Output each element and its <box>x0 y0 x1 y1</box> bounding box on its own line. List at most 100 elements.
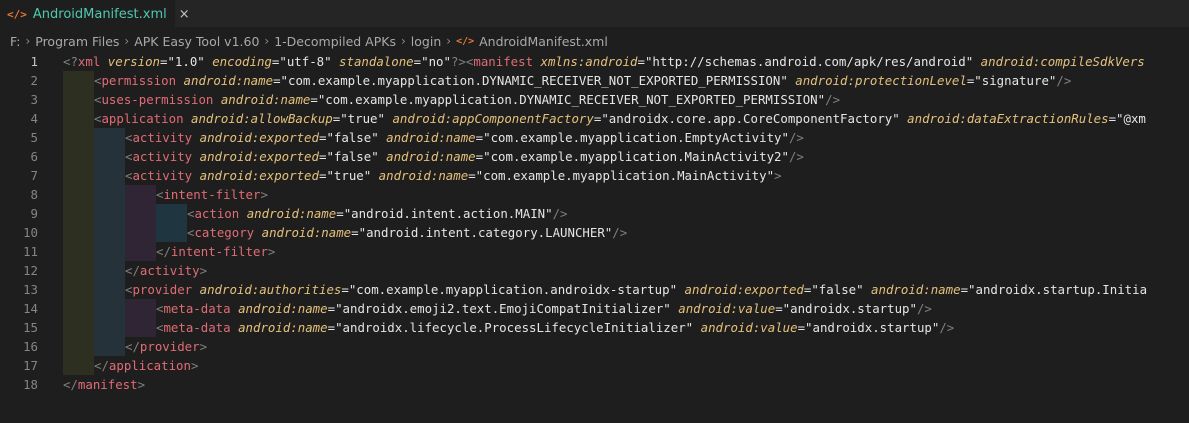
chevron-right-icon: › <box>400 34 406 48</box>
code-token: android:allowBackup <box>191 111 333 126</box>
indent-guide <box>94 166 125 185</box>
code-token: </ <box>125 339 140 354</box>
breadcrumb-item-login[interactable]: login <box>411 34 441 49</box>
indent-guide <box>63 128 94 147</box>
line-number: 14 <box>23 301 38 316</box>
code-text: <?xml version="1.0" encoding="utf-8" sta… <box>63 52 1145 71</box>
chevron-right-icon: › <box>264 34 270 48</box>
line-number: 1 <box>30 54 38 69</box>
close-icon[interactable]: × <box>179 7 190 22</box>
code-token: android:name <box>386 149 476 164</box>
code-token: android:exported <box>199 168 319 183</box>
breadcrumb-item-file[interactable]: AndroidManifest.xml <box>479 34 608 49</box>
code-editor[interactable]: 1 <?xml version="1.0" encoding="utf-8" st… <box>0 52 1189 423</box>
indent-guide <box>63 71 94 90</box>
indent-guide <box>125 204 156 223</box>
code-token: ?> <box>450 54 466 69</box>
code-token: ="androidx.startup.Initia <box>960 282 1148 297</box>
code-line[interactable]: 1 <?xml version="1.0" encoding="utf-8" st… <box>0 52 1189 71</box>
code-token: provider <box>132 282 193 297</box>
code-line[interactable]: 14 <meta-data android:name="androidx.emoj… <box>0 299 1189 318</box>
code-line[interactable]: 18 </manifest> <box>0 375 1189 394</box>
code-line[interactable]: 3 <uses-permission android:name="com.exam… <box>0 90 1189 109</box>
line-number: 3 <box>30 92 38 107</box>
code-token: ="com.example.myapplication.EmptyActivit… <box>475 130 789 145</box>
code-text: </manifest> <box>63 375 145 394</box>
code-token: > <box>260 187 268 202</box>
indent-guide <box>63 261 94 280</box>
code-token: ="android.intent.category.LAUNCHER" <box>351 225 613 240</box>
code-token: ="no" <box>413 54 451 69</box>
code-token: <? <box>63 54 78 69</box>
code-token: > <box>199 263 208 278</box>
code-text: <intent-filter> <box>156 185 268 204</box>
code-token: android:name <box>386 130 476 145</box>
code-token: xml <box>77 54 101 69</box>
code-text: </activity> <box>125 261 207 280</box>
code-line[interactable]: 9 <action android:name="android.intent.ac… <box>0 204 1189 223</box>
code-line[interactable]: 17 </application> <box>0 356 1189 375</box>
code-token: ="utf-8" <box>271 54 340 69</box>
code-token: > <box>199 339 208 354</box>
line-number: 13 <box>23 282 38 297</box>
code-token: category <box>194 225 255 240</box>
code-line[interactable]: 15 <meta-data android:name="androidx.life… <box>0 318 1189 337</box>
code-token: ="com.example.myapplication.MainActivity… <box>468 168 775 183</box>
code-token: ="1.0" <box>160 54 213 69</box>
code-line[interactable]: 11 </intent-filter> <box>0 242 1189 261</box>
breadcrumb-item-program-files[interactable]: Program Files <box>35 34 119 49</box>
code-token: ="com.example.myapplication.DYNAMIC_RECE… <box>310 92 826 107</box>
code-text: <permission android:name="com.example.my… <box>94 71 1071 90</box>
code-line[interactable]: 13 <provider android:authorities="com.exa… <box>0 280 1189 299</box>
tab-androidmanifest[interactable]: </> AndroidManifest.xml × <box>0 0 190 27</box>
code-token: provider <box>139 339 200 354</box>
code-line[interactable]: 4 <application android:allowBackup="true"… <box>0 109 1189 128</box>
xml-file-icon: </> <box>7 7 27 21</box>
code-token: activity <box>139 263 200 278</box>
code-token: </ <box>156 244 171 259</box>
tab-bar: </> AndroidManifest.xml × <box>0 0 1189 27</box>
code-token: android:exported <box>684 282 804 297</box>
code-token: android:name <box>183 73 274 88</box>
code-line[interactable]: 7 <activity android:exported="true" andro… <box>0 166 1189 185</box>
code-token: permission <box>101 73 177 88</box>
code-token: ="androidx.core.app.CoreComponentFactory… <box>593 111 908 126</box>
indent-guide <box>94 223 125 242</box>
code-token: ="http://schemas.android.com/apk/res/and… <box>637 54 981 69</box>
code-line[interactable]: 8 <intent-filter> <box>0 185 1189 204</box>
breadcrumb-item-decompiled-apks[interactable]: 1-Decompiled APKs <box>274 34 396 49</box>
code-line[interactable]: 10 <category android:name="android.intent… <box>0 223 1189 242</box>
indent-guide <box>94 261 125 280</box>
code-token: android:dataExtractionRules <box>907 111 1109 126</box>
code-token: android:exported <box>199 149 319 164</box>
indent-guide <box>125 223 156 242</box>
indent-guide <box>125 299 156 318</box>
code-token: activity <box>132 149 193 164</box>
code-token: android:compileSdkVers <box>980 54 1145 69</box>
indent-guide <box>63 147 94 166</box>
code-line[interactable]: 2 <permission android:name="com.example.m… <box>0 71 1189 90</box>
code-line[interactable]: 6 <activity android:exported="false" andr… <box>0 147 1189 166</box>
code-token: ="android.intent.action.MAIN" <box>336 206 553 221</box>
code-line[interactable]: 16 </provider> <box>0 337 1189 356</box>
breadcrumb-item-apk-easy-tool[interactable]: APK Easy Tool v1.60 <box>134 34 259 49</box>
code-token: /> <box>552 206 568 221</box>
indent-guide <box>63 90 94 109</box>
code-line[interactable]: 5 <activity android:exported="false" andr… <box>0 128 1189 147</box>
line-number: 4 <box>30 111 38 126</box>
breadcrumb-item-drive[interactable]: F: <box>10 34 20 49</box>
xml-file-icon: </> <box>456 35 475 47</box>
chevron-right-icon: › <box>446 34 452 48</box>
code-token: android:authorities <box>199 282 342 297</box>
code-token: ="false" <box>803 282 872 297</box>
tab-label: AndroidManifest.xml <box>32 6 167 22</box>
code-token: ="androidx.startup" <box>797 320 940 335</box>
indent-guide <box>94 204 125 223</box>
indent-guide <box>63 223 94 242</box>
code-line[interactable]: 12 </activity> <box>0 261 1189 280</box>
